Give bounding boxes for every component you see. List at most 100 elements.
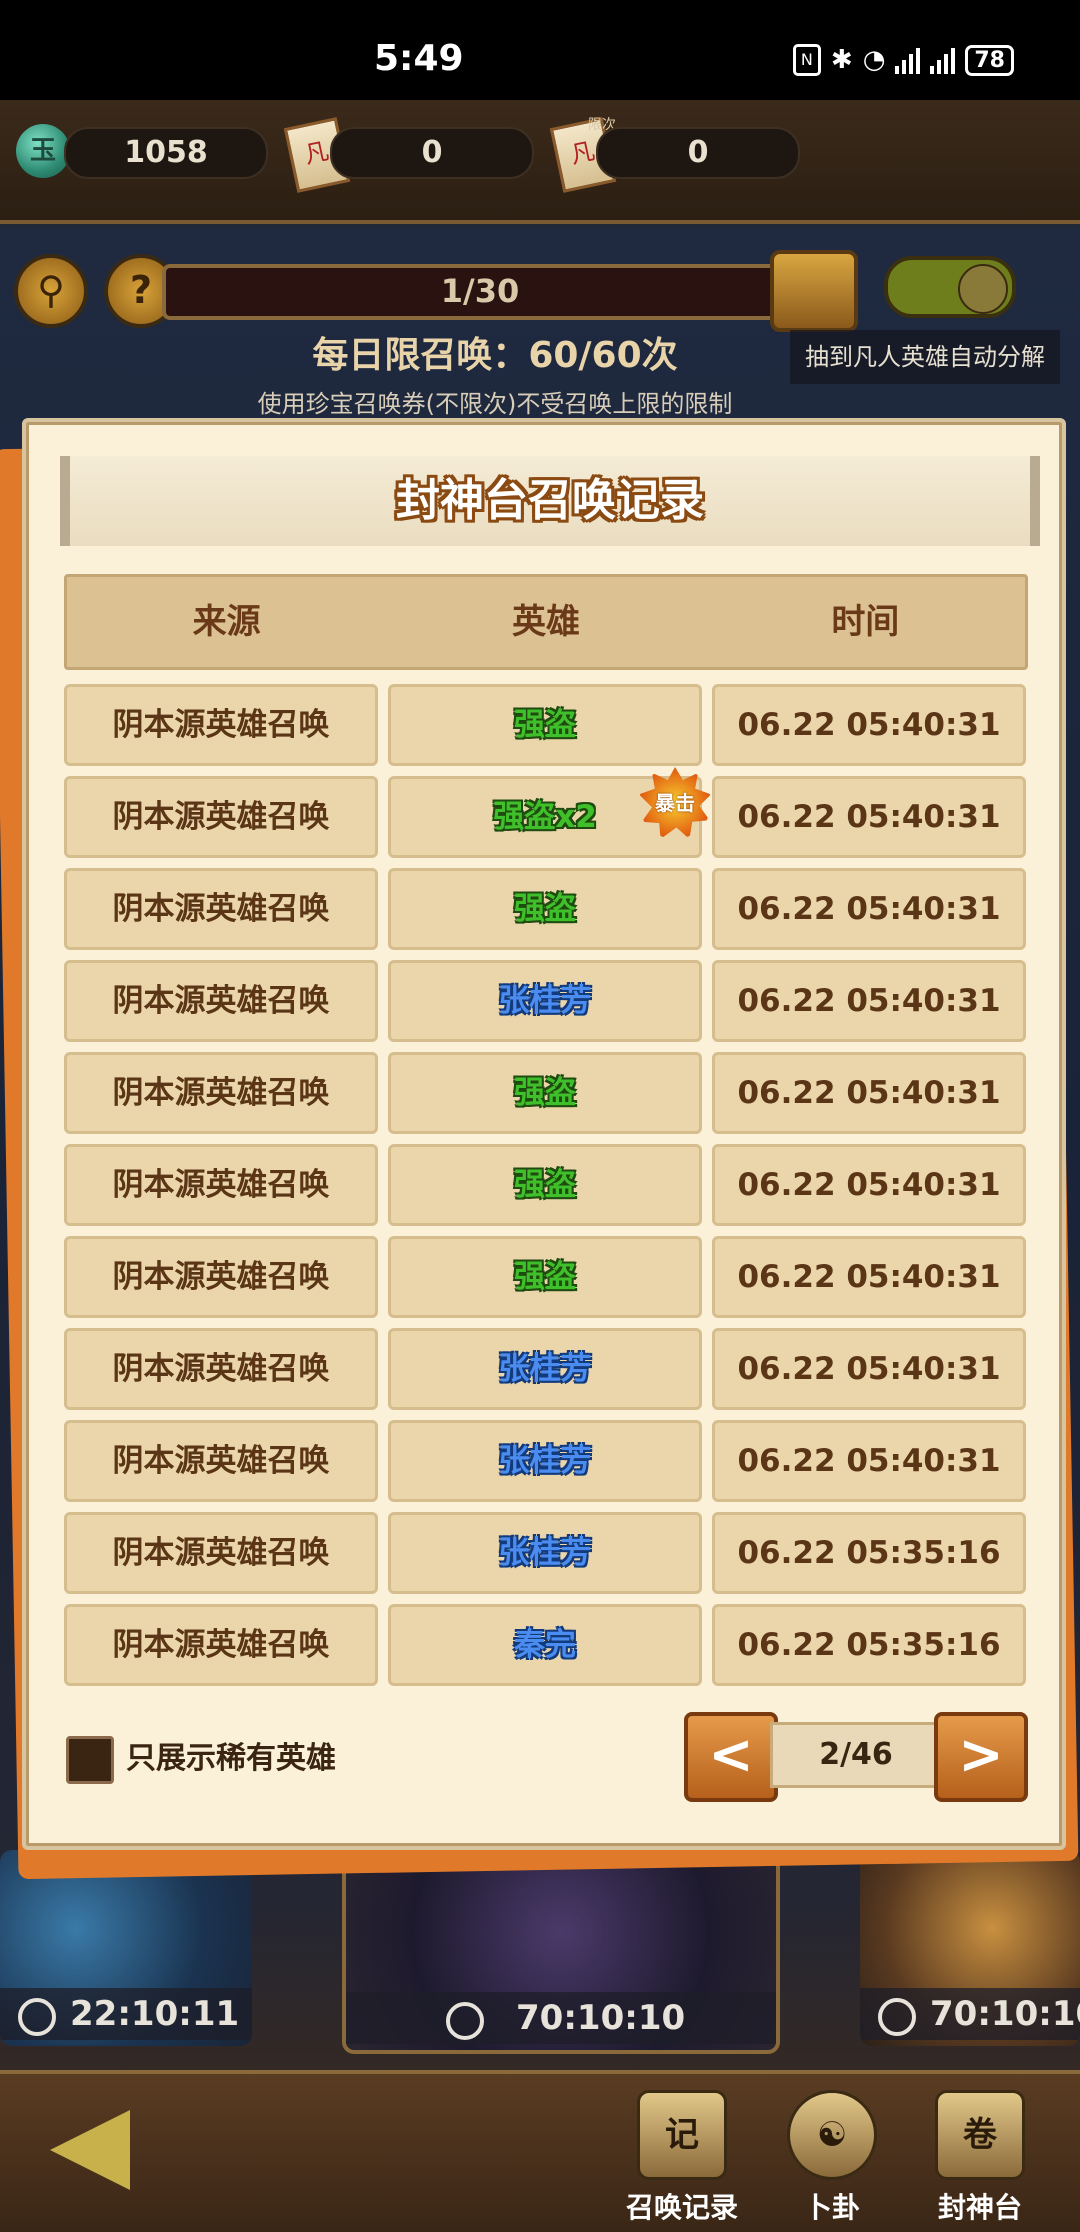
source-cell: 阴本源英雄召唤 (64, 1512, 378, 1594)
time-cell: 06.22 05:40:31 (712, 1052, 1026, 1134)
wifi-icon: ◔ (862, 45, 886, 75)
hero-name: 强盗 (514, 1167, 576, 1203)
time-cell: 06.22 05:40:31 (712, 868, 1026, 950)
table-row: 阴本源英雄召唤 强盗 06.22 05:40:31 (64, 868, 1026, 950)
table-row: 阴本源英雄召唤 强盗 06.22 05:40:31 (64, 1236, 1026, 1318)
signal-icon (895, 46, 921, 74)
prev-page-button[interactable]: < (684, 1712, 778, 1802)
summon-slot-yin[interactable]: 70:10:10 (342, 1850, 780, 2054)
toggle-knob (958, 264, 1008, 314)
table-row: 阴本源英雄召唤 张桂芳 06.22 05:40:31 (64, 960, 1026, 1042)
battery-icon: 78 (965, 44, 1014, 76)
hero-cell: 强盗 (388, 1052, 702, 1134)
hero-name: 张桂芳 (498, 1351, 592, 1387)
hero-cell: 张桂芳 (388, 960, 702, 1042)
source-cell: 阴本源英雄召唤 (64, 684, 378, 766)
jade-count: 1058 (64, 127, 268, 179)
altar-icon: 卷 (935, 2090, 1025, 2180)
status-time: 5:49 (374, 38, 464, 79)
table-row: 阴本源英雄召唤 强盗 06.22 05:40:31 (64, 684, 1026, 766)
hero-cell: 强盗 (388, 1236, 702, 1318)
time-cell: 06.22 05:35:16 (712, 1604, 1026, 1686)
nav-label: 封神台 (937, 2191, 1022, 2224)
time-cell: 06.22 05:40:31 (712, 776, 1026, 858)
clock-icon (446, 2002, 484, 2040)
source-cell: 阴本源英雄召唤 (64, 1052, 378, 1134)
source-cell: 阴本源英雄召唤 (64, 1144, 378, 1226)
clock-icon (878, 1998, 916, 2036)
hero-name: 张桂芳 (498, 983, 592, 1019)
summon-progress: 1/30 (162, 264, 798, 320)
nav-summon-records[interactable]: 记召唤记录 (622, 2090, 742, 2226)
rare-only-label: 只展示稀有英雄 (126, 1741, 336, 1776)
nav-divination[interactable]: ☯ 卜卦 (772, 2090, 892, 2226)
source-cell: 阴本源英雄召唤 (64, 1236, 378, 1318)
treasure-chest-icon[interactable] (770, 250, 858, 332)
hero-name: 强盗 (514, 707, 576, 743)
hero-cell: 强盗 (388, 868, 702, 950)
next-page-button[interactable]: > (934, 1712, 1028, 1802)
hero-cell: 强盗x2 暴击 (388, 767, 711, 858)
hero-cell: 张桂芳 (388, 1420, 702, 1502)
hero-name: 强盗 (514, 1075, 576, 1111)
limited-ticket-count: 0 (596, 127, 800, 179)
source-cell: 阴本源英雄召唤 (64, 960, 378, 1042)
table-row: 阴本源英雄召唤 强盗x2 暴击 06.22 05:40:31 (64, 767, 1026, 858)
modal-title: 封神台召唤记录 (396, 475, 704, 526)
search-icon: ⚲ (37, 268, 65, 312)
hero-cell: 秦完 (388, 1604, 702, 1686)
table-row: 阴本源英雄召唤 张桂芳 06.22 05:40:31 (64, 1328, 1026, 1410)
hero-name: 强盗 (514, 1259, 576, 1295)
table-row: 阴本源英雄召唤 秦完 06.22 05:35:16 (64, 1604, 1026, 1686)
column-source: 来源 (192, 602, 261, 642)
hero-name: 强盗 (514, 891, 576, 927)
nav-altar[interactable]: 卷封神台 (920, 2090, 1040, 2226)
column-hero: 英雄 (511, 602, 580, 642)
time-cell: 06.22 05:40:31 (712, 1420, 1026, 1502)
table-header: 来源 英雄 时间 (64, 574, 1028, 670)
back-arrow-icon[interactable] (50, 2110, 130, 2190)
hero-name: 强盗x2 (493, 799, 597, 835)
ticket-count: 0 (330, 127, 534, 179)
rare-only-checkbox[interactable] (66, 1736, 114, 1784)
time-cell: 06.22 05:40:31 (712, 1236, 1026, 1318)
jade-coin-icon: 玉 (16, 124, 70, 178)
source-cell: 阴本源英雄召唤 (64, 1604, 378, 1686)
nfc-icon: N (792, 44, 821, 76)
daily-limit: 每日限召唤：60/60次 (312, 335, 678, 376)
pagination: < 2/46 > (684, 1712, 1028, 1802)
bagua-icon: ☯ (787, 2090, 877, 2180)
source-cell: 阴本源英雄召唤 (64, 776, 378, 858)
time-cell: 06.22 05:40:31 (712, 1328, 1026, 1410)
crit-badge: 暴击 (639, 767, 711, 839)
summon-slot-water[interactable]: 22:10:11 (0, 1850, 252, 2046)
record-list[interactable]: 阴本源英雄召唤 强盗 06.22 05:40:31 阴本源英雄召唤 强盗x2 暴击 06.2… (64, 684, 1026, 1696)
table-row: 阴本源英雄召唤 强盗 06.22 05:40:31 (64, 1052, 1026, 1134)
status-icons: N ✱ ◔ 78 (792, 44, 1014, 76)
signal-icon-2 (930, 46, 956, 74)
time-cell: 06.22 05:40:31 (712, 960, 1026, 1042)
table-row: 阴本源英雄召唤 张桂芳 06.22 05:35:16 (64, 1512, 1026, 1594)
scroll-icon: 记 (637, 2090, 727, 2180)
time-cell: 06.22 05:40:31 (712, 1144, 1026, 1226)
hero-name: 张桂芳 (498, 1443, 592, 1479)
slot-timer: 70:10:10 (930, 1994, 1080, 2034)
bluetooth-icon: ✱ (830, 45, 853, 75)
summon-slot-gold[interactable]: 70:10:10 (860, 1850, 1080, 2046)
question-icon: ? (129, 268, 153, 312)
modal-header: 封神台召唤记录 (60, 456, 1040, 546)
source-cell: 阴本源英雄召唤 (64, 868, 378, 950)
search-button[interactable]: ⚲ (14, 254, 88, 328)
slot-timer: 22:10:11 (70, 1994, 240, 2034)
hero-cell: 强盗 (388, 684, 702, 766)
column-time: 时间 (831, 602, 900, 642)
status-bar: 5:49 N ✱ ◔ 78 (0, 0, 1080, 100)
nav-label: 卜卦 (803, 2191, 860, 2224)
page-indicator: 2/46 (770, 1722, 942, 1788)
time-cell: 06.22 05:35:16 (712, 1512, 1026, 1594)
auto-decompose-toggle[interactable] (884, 256, 1016, 318)
daily-limit-note: 使用珍宝召唤券(不限次)不受召唤上限的限制 (257, 390, 733, 418)
time-cell: 06.22 05:40:31 (712, 684, 1026, 766)
hero-cell: 强盗 (388, 1144, 702, 1226)
hero-name: 秦完 (514, 1627, 576, 1663)
